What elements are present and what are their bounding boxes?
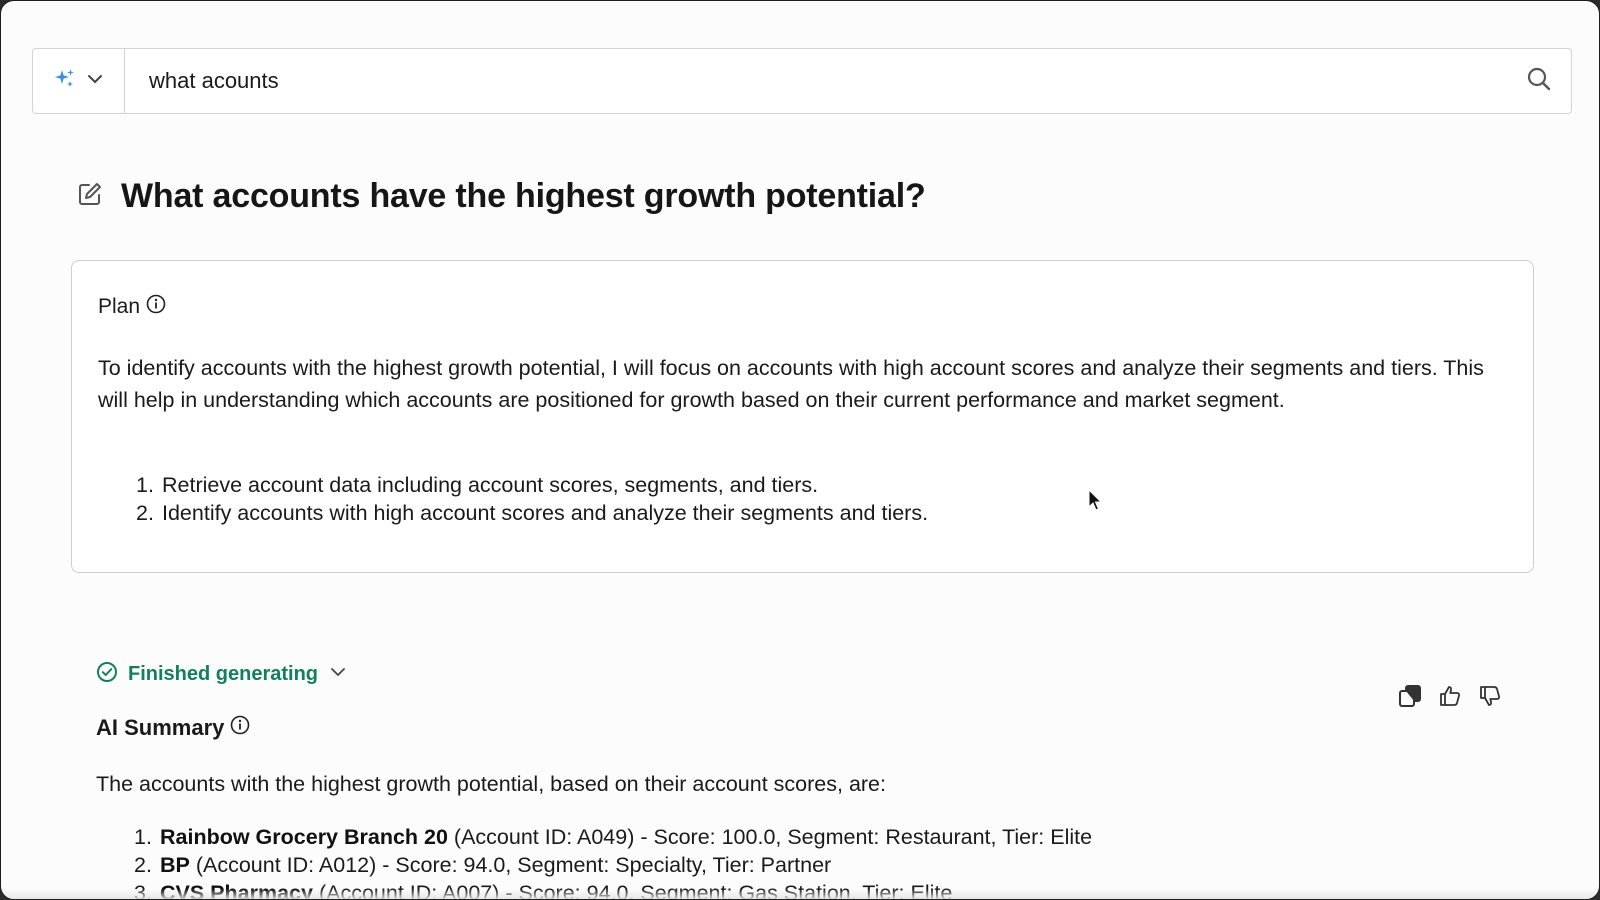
thumbs-down-button[interactable] bbox=[1477, 685, 1503, 711]
plan-step: 2. Identify accounts with high account sc… bbox=[136, 501, 929, 525]
plan-step: 1. Retrieve account data including accoun… bbox=[136, 473, 819, 497]
chevron-down-icon bbox=[328, 662, 348, 687]
account-name: Rainbow Grocery Branch 20 bbox=[160, 825, 448, 849]
check-circle-icon bbox=[96, 661, 118, 688]
title-row: What accounts have the highest growth po… bbox=[77, 177, 926, 216]
chevron-down-icon bbox=[85, 69, 105, 94]
thumbs-up-button[interactable] bbox=[1437, 685, 1463, 711]
plan-header: Plan bbox=[98, 294, 166, 320]
plan-description: To identify accounts with the highest gr… bbox=[98, 356, 1484, 412]
plan-steps: 1. Retrieve account data including accoun… bbox=[136, 471, 928, 527]
search-mode-dropdown[interactable] bbox=[33, 49, 125, 113]
list-item: 2. BP (Account ID: A012) - Score: 94.0, S… bbox=[134, 853, 832, 877]
account-name: BP bbox=[160, 853, 190, 877]
search-bar bbox=[32, 48, 1572, 114]
app-window: What accounts have the highest growth po… bbox=[0, 0, 1600, 900]
sparkle-icon bbox=[53, 67, 77, 96]
scroll-fade bbox=[1, 889, 1599, 899]
copy-button[interactable] bbox=[1397, 684, 1423, 713]
copy-icon bbox=[1398, 684, 1422, 713]
search-icon bbox=[1526, 66, 1552, 97]
page-title: What accounts have the highest growth po… bbox=[121, 177, 926, 215]
mouse-cursor-icon bbox=[1088, 488, 1104, 518]
generation-status-toggle[interactable]: Finished generating bbox=[96, 661, 348, 688]
search-input[interactable] bbox=[125, 49, 1507, 113]
thumbs-down-icon bbox=[1478, 684, 1502, 713]
plan-header-label: Plan bbox=[98, 295, 141, 318]
list-item: 1. Rainbow Grocery Branch 20 (Account ID:… bbox=[134, 825, 1093, 849]
search-button[interactable] bbox=[1507, 49, 1571, 113]
summary-header: AI Summary bbox=[96, 715, 250, 741]
summary-header-label: AI Summary bbox=[96, 715, 225, 740]
info-icon[interactable] bbox=[230, 715, 250, 741]
info-icon[interactable] bbox=[146, 294, 166, 320]
response-actions bbox=[1397, 684, 1503, 713]
summary-intro: The accounts with the highest growth pot… bbox=[96, 772, 886, 796]
plan-card: Plan To identify accounts with the highe… bbox=[71, 260, 1534, 573]
status-text: Finished generating bbox=[128, 663, 319, 685]
thumbs-up-icon bbox=[1438, 684, 1462, 713]
edit-icon[interactable] bbox=[77, 181, 103, 212]
